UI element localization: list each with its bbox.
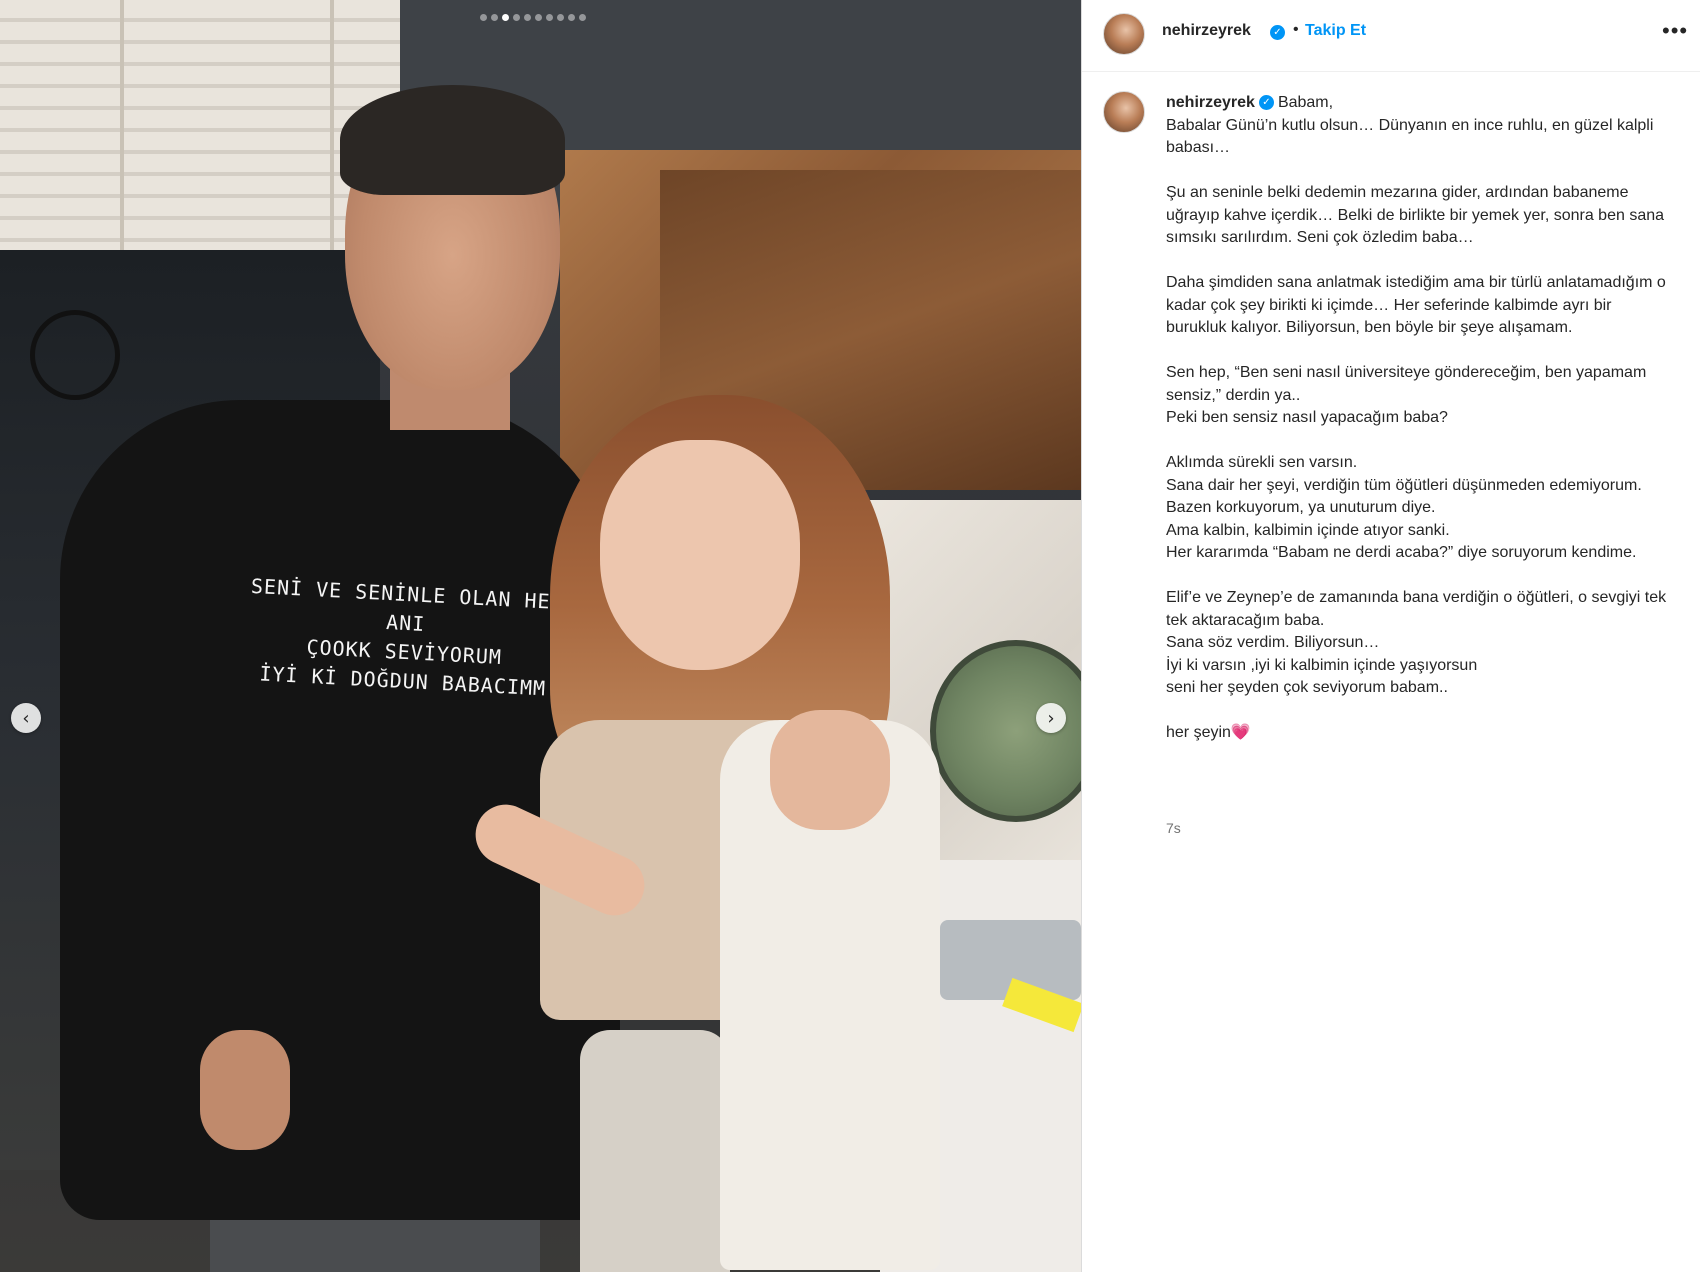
caption-first-line: Babam,: [1277, 94, 1334, 111]
carousel-dot: [535, 14, 542, 21]
verified-badge-icon: ✓: [1258, 95, 1274, 111]
carousel-dot: [502, 14, 509, 21]
chevron-right-icon: ›: [1047, 707, 1055, 729]
separator-dot: •: [1293, 21, 1299, 38]
carousel-dot: [557, 14, 564, 21]
post-media[interactable]: SENİ VE SENİNLE OLAN HER ANI ÇOOKK SEVİY…: [0, 0, 1081, 1272]
more-options-icon[interactable]: •••: [1662, 18, 1688, 44]
carousel-dot: [513, 14, 520, 21]
man-hand: [200, 1030, 290, 1150]
window-blinds: [0, 0, 400, 250]
caption-username[interactable]: nehirzeyrek: [1166, 94, 1255, 111]
man-hair: [340, 85, 565, 195]
carousel-dot: [568, 14, 575, 21]
carousel-dot: [480, 14, 487, 21]
post-timestamp[interactable]: 7s: [1166, 820, 1181, 836]
blind-cord: [330, 0, 334, 250]
avatar[interactable]: [1103, 13, 1145, 55]
shirt-print: SENİ VE SENİNLE OLAN HER ANI ÇOOKK SEVİY…: [250, 573, 565, 701]
carousel-indicator: [480, 14, 586, 21]
girl-hand-on-shoulder: [770, 710, 890, 830]
post-header: nehirzeyrek ✓ • Takip Et •••: [1082, 0, 1700, 72]
man-tshirt: [60, 400, 620, 1220]
caption-text: Babalar Günü’n kutlu olsun… Dünyanın en …: [1166, 116, 1667, 742]
chevron-left-icon: ‹: [22, 707, 30, 729]
carousel-dot: [524, 14, 531, 21]
carousel-dot: [546, 14, 553, 21]
carousel-dot: [491, 14, 498, 21]
girl-pants: [580, 1030, 730, 1272]
girl-face: [600, 440, 800, 670]
blind-cord: [120, 0, 124, 250]
verified-badge-icon: ✓: [1270, 25, 1285, 40]
next-slide-button[interactable]: ›: [1036, 703, 1066, 733]
post-caption: nehirzeyrek ✓ Babam, Babalar Günü’n kutlu …: [1166, 92, 1676, 745]
follow-button[interactable]: Takip Et: [1305, 22, 1366, 40]
caption-avatar[interactable]: [1103, 91, 1145, 133]
carousel-dot: [579, 14, 586, 21]
post-side-panel: nehirzeyrek ✓ • Takip Et ••• nehirzeyrek…: [1081, 0, 1700, 1272]
wall-ring: [30, 310, 120, 400]
header-username[interactable]: nehirzeyrek: [1162, 22, 1251, 40]
previous-slide-button[interactable]: ‹: [11, 703, 41, 733]
